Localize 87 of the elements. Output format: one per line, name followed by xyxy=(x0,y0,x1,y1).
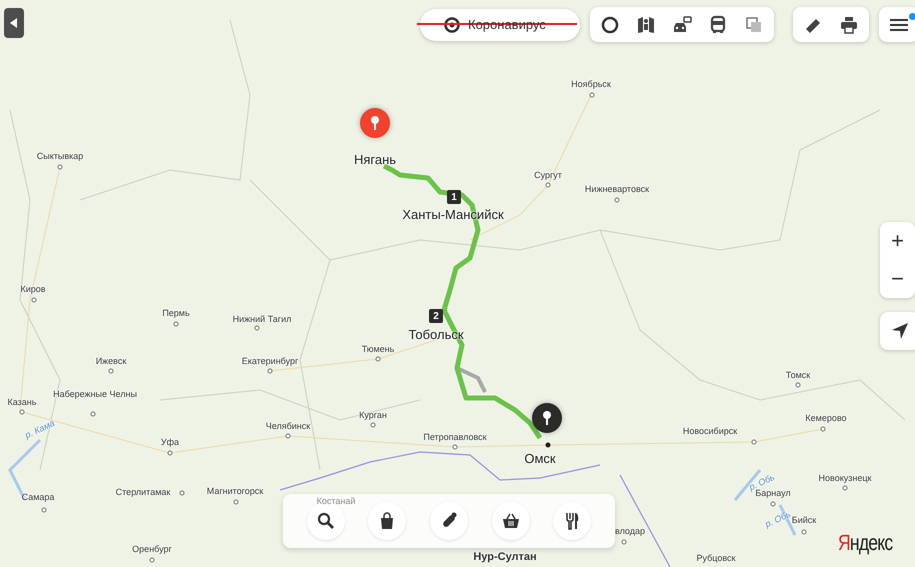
city-label: Киров xyxy=(20,285,46,294)
city-label: Омск xyxy=(524,452,556,465)
locate-button[interactable] xyxy=(880,312,915,350)
print-icon xyxy=(839,14,859,34)
city-marker xyxy=(820,426,826,432)
city-marker xyxy=(168,450,172,456)
search-icon xyxy=(316,511,336,531)
city-label: Нягань xyxy=(354,153,396,166)
city-marker xyxy=(370,422,376,428)
city-label: Набережные Челны xyxy=(53,390,137,399)
shopping-bag-button[interactable] xyxy=(368,502,406,540)
city-marker xyxy=(254,326,260,330)
city-marker xyxy=(180,490,184,496)
city-label: Новокузнецк xyxy=(818,474,872,483)
city-marker xyxy=(58,164,62,170)
city-marker xyxy=(42,508,46,512)
city-marker xyxy=(452,444,458,450)
city-label: Барнаул xyxy=(755,489,791,498)
city-marker xyxy=(770,502,776,506)
city-marker xyxy=(546,182,550,188)
city-marker xyxy=(108,368,114,374)
city-marker xyxy=(286,434,290,438)
zoom-in-button[interactable]: + xyxy=(880,222,915,260)
triangle-left-icon xyxy=(10,18,18,28)
pill-button[interactable] xyxy=(430,502,468,540)
yandex-logo: Яндекс xyxy=(838,529,892,557)
city-label: Казань xyxy=(6,398,38,407)
city-marker xyxy=(546,442,550,448)
city-marker xyxy=(268,368,272,374)
city-marker xyxy=(622,540,626,544)
menu-button[interactable] xyxy=(879,7,915,42)
map-pin-icon[interactable] xyxy=(532,403,562,433)
zoom-out-button[interactable]: − xyxy=(880,260,915,298)
city-label: Нижневартовск xyxy=(584,185,650,194)
city-label: Рубцовск xyxy=(696,554,736,563)
city-marker xyxy=(150,558,154,562)
city-label: Самара xyxy=(22,493,54,502)
city-label: Томск xyxy=(786,371,810,380)
city-label: Пермь xyxy=(162,309,190,318)
city-marker xyxy=(752,440,756,444)
city-label: Новосибирск xyxy=(682,427,738,436)
city-label: Екатеринбург xyxy=(242,357,298,366)
city-marker xyxy=(174,322,178,326)
river-label: р. Кама xyxy=(24,418,56,440)
city-label: Оренбург xyxy=(132,545,172,554)
city-label: Костанай xyxy=(316,497,356,506)
city-label: Нижний Тагил xyxy=(232,315,292,324)
bus-icon xyxy=(708,14,728,34)
city-marker xyxy=(842,486,848,490)
fork-knife-button[interactable] xyxy=(553,502,592,540)
city-label: Петропавловск xyxy=(423,433,487,442)
city-label: Стерлитамак xyxy=(116,488,170,497)
city-label: Курган xyxy=(359,411,387,420)
route-marker: 2 xyxy=(429,309,443,323)
river-label: р. Обь xyxy=(764,510,792,530)
city-label: Нур-Султан xyxy=(473,552,537,563)
city-marker xyxy=(234,500,238,504)
city-marker xyxy=(802,530,806,534)
target-icon xyxy=(444,17,460,33)
city-label: Ноябрьск xyxy=(571,80,611,89)
location-arrow-icon xyxy=(892,323,908,339)
car-camera-icon xyxy=(672,14,692,34)
city-label: Бийск xyxy=(792,516,816,525)
city-marker xyxy=(796,382,800,388)
city-label: Магнитогорск xyxy=(206,487,264,496)
city-label: Сыктывкар xyxy=(36,152,84,161)
ring-icon xyxy=(600,14,620,34)
city-marker xyxy=(32,298,36,302)
city-label: Кемерово xyxy=(805,414,847,423)
route-marker: 1 xyxy=(447,190,461,204)
layers-icon xyxy=(744,14,764,34)
person-map-icon xyxy=(636,14,656,34)
menu-icon xyxy=(890,18,908,32)
city-label: Тюмень xyxy=(362,345,394,354)
basket-icon xyxy=(500,511,521,531)
collapse-button[interactable] xyxy=(4,8,24,38)
city-marker xyxy=(590,92,594,98)
city-label: Уфа xyxy=(160,438,180,447)
city-marker xyxy=(90,412,96,416)
city-label: Челябинск xyxy=(266,422,310,431)
city-marker xyxy=(20,410,24,414)
city-label: Сургут xyxy=(534,171,562,180)
city-label: Ижевск xyxy=(96,357,126,366)
city-label: влодар xyxy=(615,527,645,536)
city-marker xyxy=(614,198,620,202)
city-marker xyxy=(376,356,380,362)
basket-button[interactable] xyxy=(492,502,530,540)
